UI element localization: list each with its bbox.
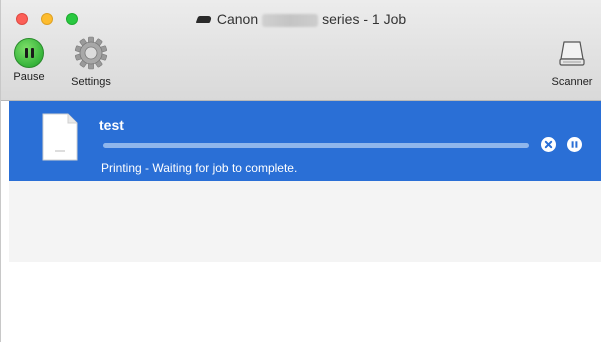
- hold-job-button[interactable]: [567, 137, 582, 152]
- document-icon: [42, 113, 78, 161]
- scanner-label: Scanner: [551, 76, 593, 88]
- scanner-icon: [559, 41, 585, 66]
- pause-button[interactable]: Pause: [10, 38, 48, 83]
- settings-label: Settings: [71, 76, 111, 88]
- title-toolbar: Canon series - 1 Job Pause Settings Scan…: [1, 0, 601, 101]
- title-job-count: series - 1 Job: [322, 11, 407, 27]
- hold-job-icon: [571, 141, 578, 148]
- title-printer-brand: Canon: [216, 11, 259, 27]
- gear-icon: [74, 36, 108, 70]
- job-row[interactable]: test Printing - Waiting for job to compl…: [9, 101, 601, 181]
- redacted-model-name: [262, 13, 319, 27]
- pause-label: Pause: [13, 71, 45, 83]
- window-title: Canon series - 1 Job: [1, 10, 601, 28]
- delete-job-icon: [544, 140, 553, 149]
- job-name: test: [99, 117, 124, 133]
- pause-icon: [14, 38, 44, 68]
- job-status: Printing - Waiting for job to complete.: [101, 161, 298, 175]
- empty-queue-row: [9, 181, 601, 262]
- job-progress-bar: [103, 143, 529, 148]
- print-queue-window: Canon series - 1 Job Pause Settings Scan…: [0, 0, 601, 342]
- delete-job-button[interactable]: [541, 137, 556, 152]
- printer-icon: [195, 15, 213, 23]
- job-progress-fill: [103, 143, 529, 148]
- scanner-button[interactable]: Scanner: [544, 38, 600, 88]
- settings-button[interactable]: Settings: [63, 36, 119, 88]
